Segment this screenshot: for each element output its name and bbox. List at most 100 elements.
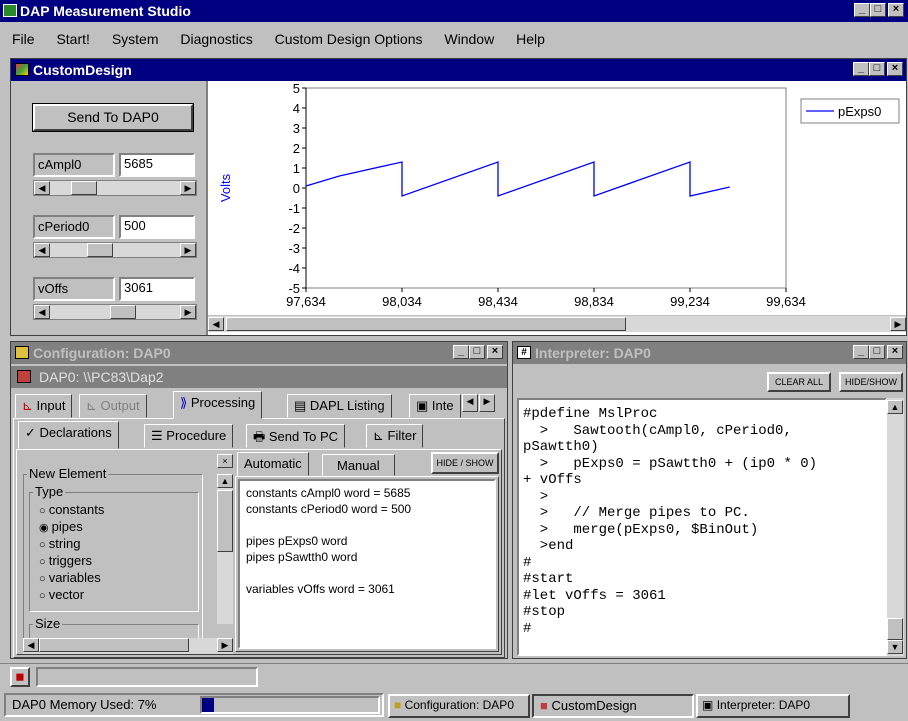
pane-close-icon[interactable]: ×	[217, 454, 233, 468]
interpreter-vscroll[interactable]: ▲ ▼	[887, 398, 904, 656]
hscroll-thumb[interactable]	[39, 638, 189, 652]
tab-output[interactable]: ⊾ Output	[79, 394, 147, 418]
tab-interpreter[interactable]: ▣ Inte	[409, 394, 461, 418]
menu-system[interactable]: System	[112, 31, 159, 47]
declaration-line: constants cPeriod0 word = 500	[246, 502, 412, 516]
tab-input[interactable]: ⊾ Input	[15, 394, 73, 418]
cperiod0-slider[interactable]: ◀ ▶	[33, 242, 197, 258]
voffs-slider[interactable]: ◀ ▶	[33, 304, 197, 320]
chart-hscrollbar[interactable]: ◀ ▶	[208, 315, 906, 332]
scroll-up-arrow-icon[interactable]: ▲	[217, 474, 233, 488]
slider-right-arrow-icon[interactable]: ▶	[180, 305, 196, 319]
slider-left-arrow-icon[interactable]: ◀	[34, 243, 50, 257]
scroll-right-arrow-icon[interactable]: ▶	[890, 317, 906, 331]
cd-maximize-button[interactable]: □	[869, 62, 885, 76]
console-line: > Sawtooth(cAmpl0, cPeriod0,	[523, 422, 792, 439]
menu-window[interactable]: Window	[444, 31, 494, 47]
memory-bar	[200, 696, 380, 714]
radio-icon[interactable]: ○	[39, 573, 49, 585]
type-radio-constants[interactable]: ○ constants	[39, 502, 104, 519]
scroll-left-arrow-icon[interactable]: ◀	[208, 317, 224, 331]
tab-scroll-right-icon[interactable]: ▶	[479, 394, 495, 412]
send-to-dap-button[interactable]: Send To DAP0	[32, 103, 194, 132]
slider-left-arrow-icon[interactable]: ◀	[34, 181, 50, 195]
radio-selected-icon[interactable]: ◉	[39, 522, 52, 534]
campl0-slider[interactable]: ◀ ▶	[33, 180, 197, 196]
slider-thumb[interactable]	[70, 181, 97, 195]
tab-send-to-pc[interactable]: 🖶 Send To PC	[246, 424, 346, 448]
cperiod0-input[interactable]: 500	[119, 215, 195, 239]
interp-scroll-thumb[interactable]	[887, 618, 903, 640]
config-close-button[interactable]: ×	[487, 345, 503, 359]
menu-start[interactable]: Start!	[56, 31, 89, 47]
tab-dapl-listing[interactable]: ▤ DAPL Listing	[287, 394, 392, 418]
radio-icon[interactable]: ○	[39, 505, 49, 517]
scroll-down-arrow-icon[interactable]: ▼	[887, 640, 903, 654]
config-minimize-button[interactable]: _	[453, 345, 469, 359]
cd-minimize-button[interactable]: _	[853, 62, 869, 76]
custom-design-title: CustomDesign	[33, 62, 132, 78]
close-button[interactable]: ×	[888, 3, 904, 17]
scroll-left-arrow-icon[interactable]: ◀	[23, 638, 39, 652]
app-title-bar: DAP Measurement Studio _ □ ×	[0, 0, 908, 22]
menu-file[interactable]: File	[12, 31, 35, 47]
y-tick-label: -4	[288, 261, 300, 276]
vscroll-thumb[interactable]	[217, 490, 233, 552]
scroll-right-arrow-icon[interactable]: ▶	[217, 638, 233, 652]
task-interpreter[interactable]: ▣ Interpreter: DAP0	[696, 694, 850, 718]
slider-left-arrow-icon[interactable]: ◀	[34, 305, 50, 319]
type-radio-pipes[interactable]: ◉ pipes	[39, 519, 104, 536]
slider-thumb[interactable]	[110, 305, 137, 319]
interp-maximize-button[interactable]: □	[869, 345, 885, 359]
interp-minimize-button[interactable]: _	[853, 345, 869, 359]
radio-icon[interactable]: ○	[39, 556, 49, 568]
task-custom-design[interactable]: ■ CustomDesign	[532, 694, 694, 718]
cd-close-button[interactable]: ×	[887, 62, 903, 76]
minimize-button[interactable]: _	[854, 3, 870, 17]
tab-procedure[interactable]: ☰ Procedure	[144, 424, 234, 448]
configuration-title-bar: Configuration: DAP0 _ □ ×	[11, 342, 507, 364]
console-line: #	[523, 620, 532, 637]
stop-icon[interactable]: ◼	[10, 667, 30, 687]
slider-right-arrow-icon[interactable]: ▶	[180, 181, 196, 195]
new-element-hscroll[interactable]: ◀ ▶	[23, 638, 233, 654]
clear-all-button[interactable]: CLEAR ALL	[767, 372, 831, 392]
type-radio-string[interactable]: ○ string	[39, 536, 104, 553]
maximize-button[interactable]: □	[870, 3, 886, 17]
y-tick-label: 2	[293, 141, 300, 156]
chart: 543210-1-2-3-4-597,634 98,034 98,434 98,834…	[218, 81, 900, 309]
menu-help[interactable]: Help	[516, 31, 545, 47]
config-maximize-button[interactable]: □	[469, 345, 485, 359]
interpreter-console[interactable]: #pdefine MslProc > Sawtooth(cAmpl0, cPer…	[517, 398, 887, 656]
menu-custom-design-options[interactable]: Custom Design Options	[275, 31, 423, 47]
voffs-input[interactable]: 3061	[119, 277, 195, 301]
new-element-vscroll[interactable]: ▲	[217, 474, 233, 624]
tab-scroll-left-icon[interactable]: ◀	[462, 394, 478, 412]
type-label: Type	[33, 484, 66, 499]
slider-right-arrow-icon[interactable]: ▶	[180, 243, 196, 257]
type-radio-triggers[interactable]: ○ triggers	[39, 553, 104, 570]
interp-close-button[interactable]: ×	[887, 345, 903, 359]
send-to-dap-label: Send To DAP0	[67, 109, 159, 125]
type-radio-vector[interactable]: ○ vector	[39, 587, 104, 604]
hide-show-button[interactable]: HIDE / SHOW	[431, 452, 499, 474]
slider-thumb[interactable]	[87, 243, 114, 257]
radio-icon[interactable]: ○	[39, 539, 49, 551]
y-tick-label: 5	[293, 81, 300, 96]
campl0-input[interactable]: 5685	[119, 153, 195, 177]
task-configuration[interactable]: ■ Configuration: DAP0	[388, 694, 530, 718]
automatic-panel: constants cAmpl0 word = 5685 constants cP…	[235, 476, 499, 652]
y-tick-label: 3	[293, 121, 300, 136]
tab-automatic[interactable]: Automatic	[237, 452, 309, 476]
menu-diagnostics[interactable]: Diagnostics	[180, 31, 252, 47]
interp-hide-show-button[interactable]: HIDE/SHOW	[839, 372, 903, 392]
type-radio-variables[interactable]: ○ variables	[39, 570, 104, 587]
tab-filter[interactable]: ⊾ Filter	[366, 424, 424, 448]
declarations-text[interactable]: constants cAmpl0 word = 5685 constants cP…	[238, 479, 496, 649]
tab-manual[interactable]: Manual	[322, 454, 395, 476]
radio-icon[interactable]: ○	[39, 590, 49, 602]
scroll-up-arrow-icon[interactable]: ▲	[887, 400, 903, 414]
tab-declarations[interactable]: ✓ Declarations	[18, 421, 119, 449]
tab-processing[interactable]: ⟫ Processing	[173, 391, 263, 419]
chart-scroll-thumb[interactable]	[226, 317, 626, 331]
